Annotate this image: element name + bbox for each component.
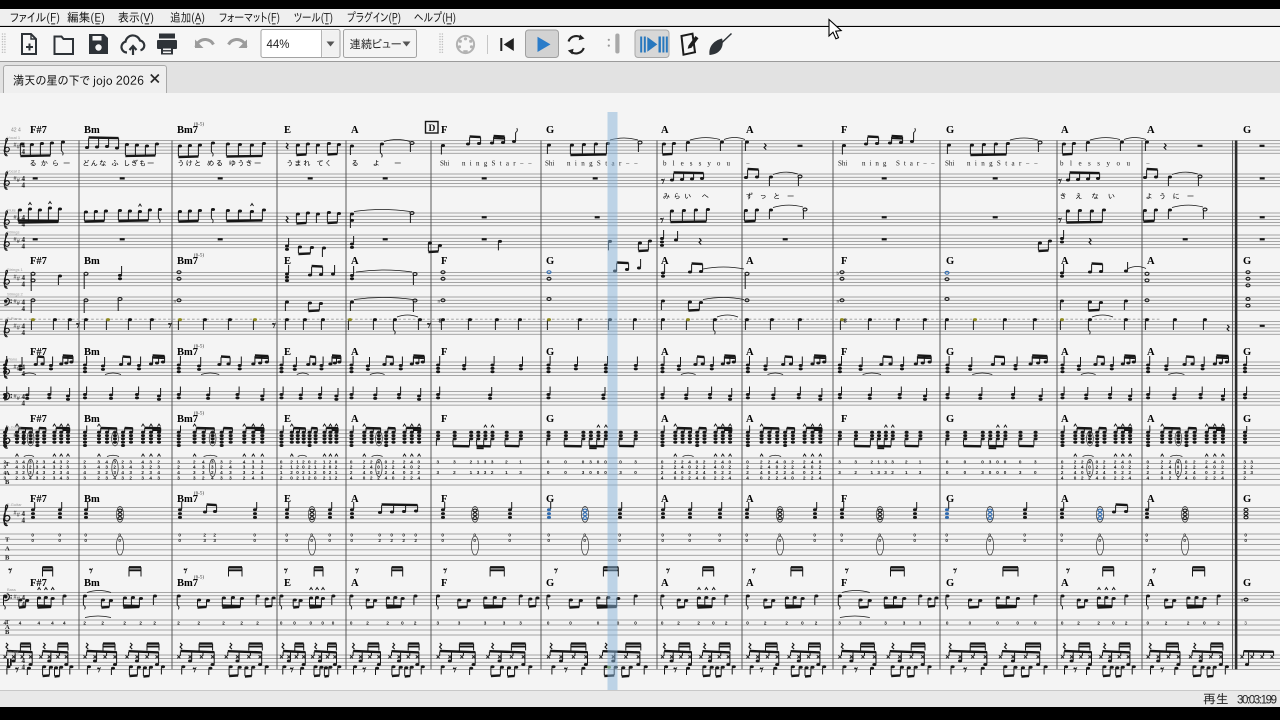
svg-text:44%: 44% <box>267 39 290 51</box>
svg-text:30:03:199: 30:03:199 <box>1237 695 1277 707</box>
